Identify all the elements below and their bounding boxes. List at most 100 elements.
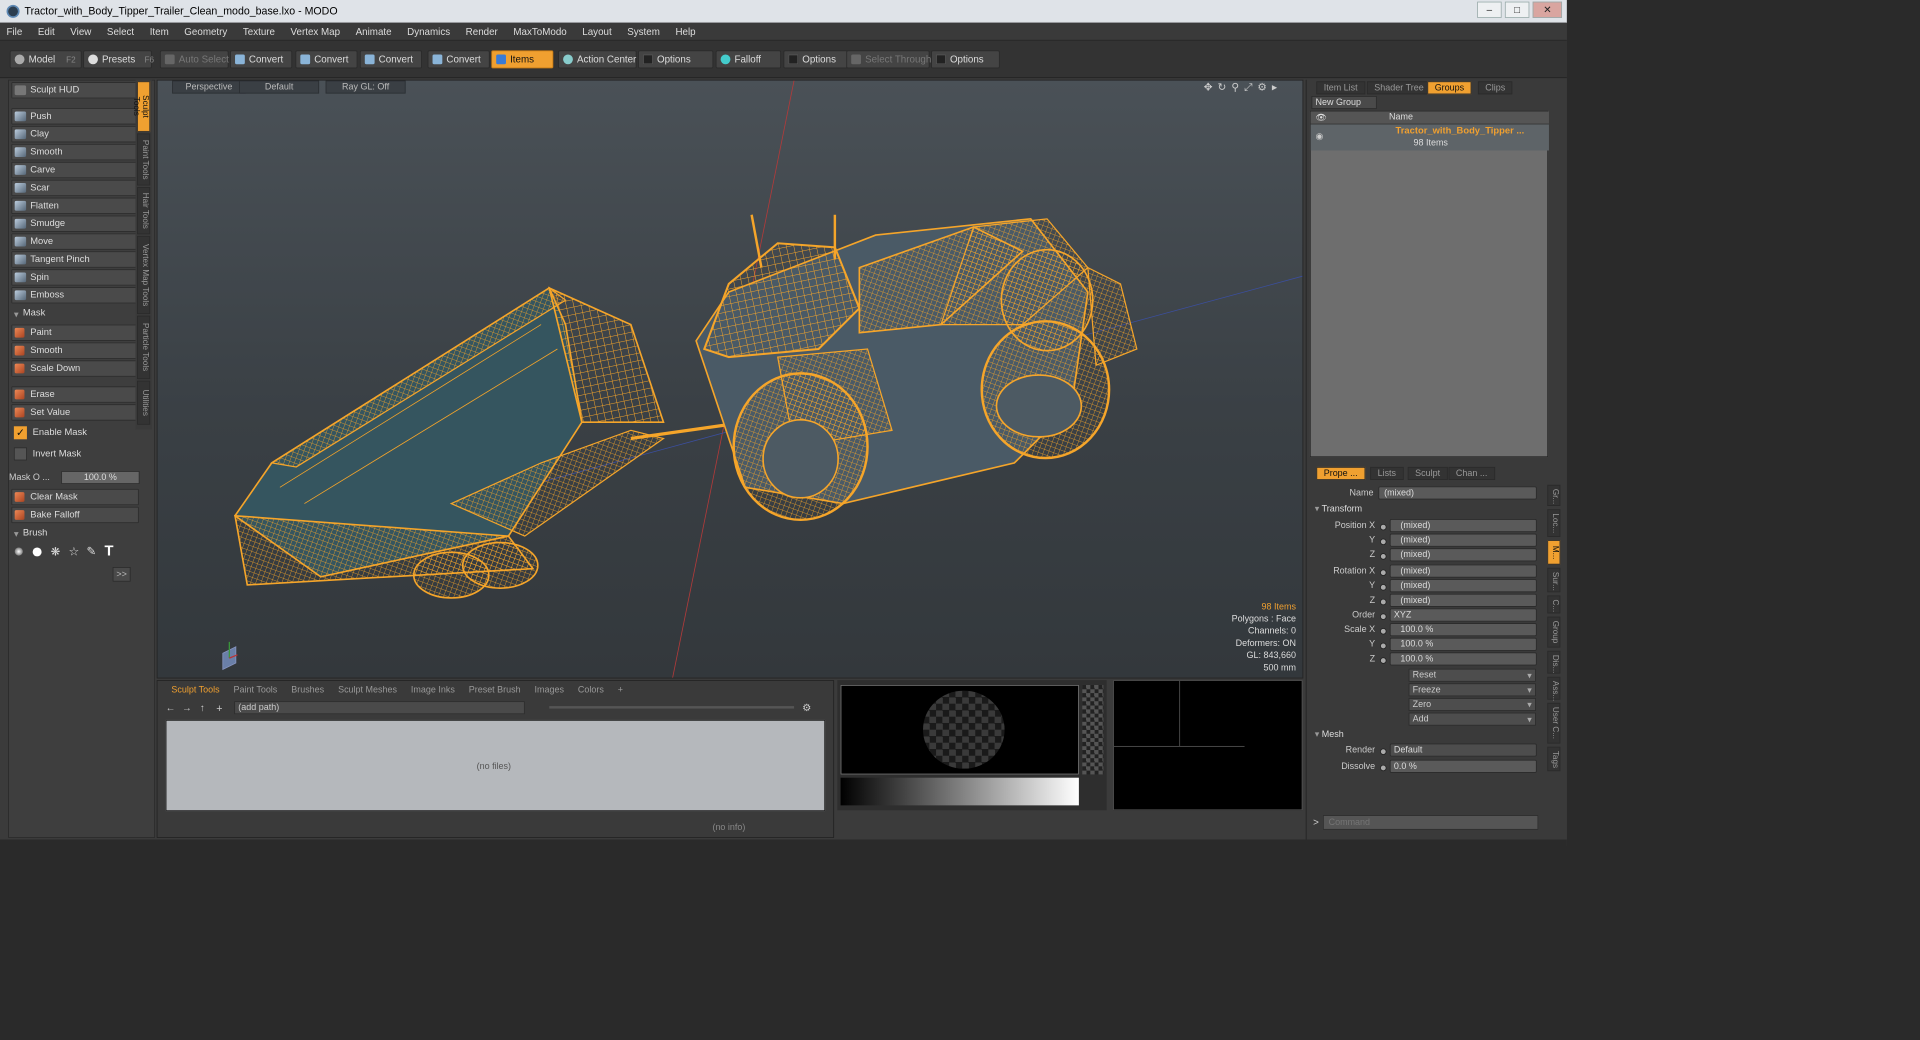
reset-button[interactable]: Reset — [1408, 668, 1536, 682]
model-mode-button[interactable]: Model F2 — [9, 50, 82, 69]
tab-hair-tools[interactable]: Hair Tools — [137, 187, 151, 235]
tool-clay[interactable]: Clay — [11, 126, 139, 143]
splat-brush-icon[interactable]: ❋ — [51, 545, 61, 559]
render-dropdown[interactable]: Default — [1389, 743, 1537, 757]
keyframe-dot[interactable] — [1380, 657, 1387, 664]
select-through-button[interactable]: Select Through — [846, 50, 931, 69]
mesh-section[interactable]: ▾ Mesh — [1315, 729, 1344, 740]
up-folder-icon[interactable]: ↑ — [200, 702, 205, 713]
tool-carve[interactable]: Carve — [11, 161, 139, 179]
keyframe-dot[interactable] — [1380, 569, 1387, 576]
tool-smooth[interactable]: Smooth — [11, 143, 139, 161]
command-input[interactable] — [1322, 815, 1539, 830]
menu-animate[interactable]: Animate — [349, 23, 398, 37]
side-tab-surface[interactable]: Sur... — [1547, 567, 1561, 593]
side-tab-locator[interactable]: Loc... — [1547, 509, 1561, 537]
falloff-options-button[interactable]: Options — [783, 50, 849, 69]
tool-flatten[interactable]: Flatten — [11, 197, 139, 214]
keyframe-dot[interactable] — [1380, 553, 1387, 560]
keyframe-dot[interactable] — [1380, 748, 1387, 755]
tool-push[interactable]: Push — [11, 108, 139, 125]
zero-button[interactable]: Zero — [1408, 697, 1536, 711]
action-center-button[interactable]: Action Center — [558, 50, 637, 69]
forward-arrow-icon[interactable]: → — [182, 702, 192, 713]
menu-help[interactable]: Help — [669, 23, 702, 37]
position-x-field[interactable]: (mixed) — [1389, 519, 1537, 533]
auto-select-button[interactable]: Auto Select — [159, 50, 229, 69]
new-group-button[interactable]: New Group — [1311, 95, 1377, 110]
3d-viewport[interactable]: Perspective Default Ray GL: Off ✥↻⚲⤢⚙▸ 9… — [156, 79, 1304, 679]
tab-brushes[interactable]: Brushes — [286, 683, 330, 698]
keyframe-dot[interactable] — [1380, 628, 1387, 635]
keyframe-dot[interactable] — [1380, 764, 1387, 772]
tab-images[interactable]: Images — [529, 683, 570, 698]
star-brush-icon[interactable]: ☆ — [69, 544, 80, 559]
menu-file[interactable]: File — [0, 23, 29, 37]
hard-brush-icon[interactable] — [32, 547, 42, 557]
side-tab-mesh[interactable]: M... — [1547, 540, 1561, 565]
tab-sculpt-tools[interactable]: Sculpt Tools — [131, 81, 151, 132]
convert-polygons-button[interactable]: Convert — [359, 50, 422, 69]
soft-brush-icon[interactable] — [14, 547, 23, 556]
tab-shader-tree[interactable]: Shader Tree — [1366, 81, 1432, 95]
convert-edges-button[interactable]: Convert — [295, 50, 358, 69]
side-tab-c[interactable]: C... — [1547, 595, 1561, 614]
order-dropdown[interactable]: XYZ — [1389, 608, 1537, 622]
tool-tangent-pinch[interactable]: Tangent Pinch — [11, 251, 139, 268]
freeze-button[interactable]: Freeze — [1408, 683, 1536, 697]
rotation-z-field[interactable]: (mixed) — [1389, 593, 1537, 607]
back-arrow-icon[interactable]: ← — [166, 702, 176, 713]
tab-colors[interactable]: Colors — [572, 683, 609, 698]
mask-scale-down-button[interactable]: Scale Down — [11, 360, 139, 377]
keyframe-dot[interactable] — [1380, 538, 1387, 546]
tab-groups[interactable]: Groups — [1427, 81, 1472, 95]
keyframe-dot[interactable] — [1380, 642, 1387, 650]
text-brush-icon[interactable]: T — [104, 543, 113, 560]
tool-smudge[interactable]: Smudge — [11, 215, 139, 232]
gear-icon[interactable]: ⚙ — [802, 702, 811, 713]
side-tab-group-locator[interactable]: Gr... — [1547, 484, 1561, 506]
transform-section[interactable]: ▾ Transform — [1315, 504, 1362, 514]
close-button[interactable]: ✕ — [1532, 1, 1563, 18]
rotation-y-field[interactable]: (mixed) — [1389, 579, 1537, 593]
tab-sculpt-tools-browser[interactable]: Sculpt Tools — [166, 683, 226, 698]
menu-geometry[interactable]: Geometry — [178, 23, 234, 37]
side-tab-tags[interactable]: Tags — [1547, 746, 1561, 772]
tab-paint-tools[interactable]: Paint Tools — [137, 133, 151, 186]
tab-particle-tools[interactable]: Particle Tools — [137, 315, 151, 380]
mask-smooth-button[interactable]: Smooth — [11, 342, 139, 359]
menu-dynamics[interactable]: Dynamics — [401, 23, 457, 37]
add-tab-button[interactable]: + — [612, 683, 629, 698]
rotation-x-field[interactable]: (mixed) — [1389, 564, 1537, 578]
minimize-button[interactable]: – — [1477, 1, 1502, 18]
tab-paint-tools-browser[interactable]: Paint Tools — [228, 683, 283, 698]
action-center-options-button[interactable]: Options — [638, 50, 714, 69]
name-field[interactable]: (mixed) — [1378, 486, 1537, 500]
add-button[interactable]: Add — [1408, 712, 1536, 726]
keyframe-dot[interactable] — [1380, 598, 1387, 606]
menu-item[interactable]: Item — [143, 23, 175, 37]
maximize-button[interactable]: □ — [1504, 1, 1530, 18]
mask-erase-button[interactable]: Erase — [11, 386, 139, 403]
menu-maxtomodo[interactable]: MaxToModo — [507, 23, 573, 37]
enable-mask-checkbox[interactable]: ✓ Enable Mask — [11, 425, 138, 441]
tab-image-inks[interactable]: Image Inks — [405, 683, 460, 698]
tab-utilities[interactable]: Utilities — [137, 380, 151, 425]
more-button[interactable]: >> — [112, 567, 131, 582]
tab-preset-brush[interactable]: Preset Brush — [463, 683, 526, 698]
position-y-field[interactable]: (mixed) — [1389, 533, 1537, 547]
menu-vertex-map[interactable]: Vertex Map — [284, 23, 347, 37]
file-browser-area[interactable]: (no files) — [165, 719, 826, 812]
falloff-gradient[interactable] — [840, 777, 1079, 806]
items-mode-button[interactable]: Items — [491, 50, 554, 69]
sculpt-hud-button[interactable]: Sculpt HUD — [11, 82, 139, 99]
stroke-brush-icon[interactable]: ✎ — [87, 544, 97, 558]
scale-x-field[interactable]: 100.0 % — [1389, 623, 1537, 637]
keyframe-dot[interactable] — [1380, 613, 1387, 620]
eye-icon[interactable]: ◉ — [1316, 131, 1324, 142]
tab-vertex-map-tools[interactable]: Vertex Map Tools — [137, 235, 151, 315]
scale-y-field[interactable]: 100.0 % — [1389, 637, 1537, 651]
side-tab-assembly[interactable]: Ass... — [1547, 676, 1561, 701]
menu-edit[interactable]: Edit — [31, 23, 61, 37]
mask-set-value-button[interactable]: Set Value — [11, 404, 139, 421]
